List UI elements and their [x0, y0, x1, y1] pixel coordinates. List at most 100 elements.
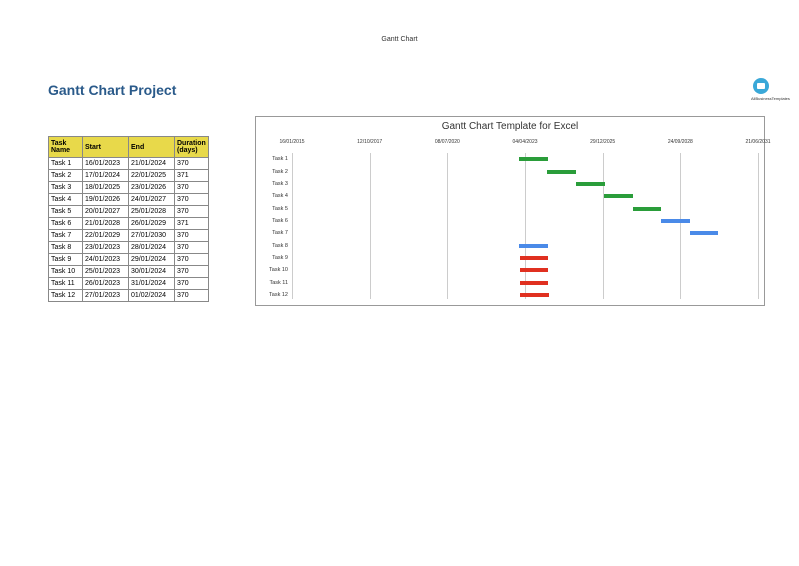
col-task-name: Task Name: [49, 137, 83, 158]
gantt-bar: [604, 194, 633, 198]
table-row: Task 1025/01/202330/01/2024370: [49, 266, 209, 278]
table-cell: 370: [175, 182, 209, 194]
table-cell: 21/01/2024: [129, 158, 175, 170]
table-cell: 21/01/2028: [83, 218, 129, 230]
gantt-bar: [547, 170, 576, 174]
x-tick-label: 24/09/2028: [668, 139, 693, 145]
page-title: Gantt Chart Project: [48, 82, 176, 98]
table-row: Task 924/01/202329/01/2024370: [49, 254, 209, 266]
gantt-chart: Gantt Chart Template for Excel 16/01/201…: [255, 116, 765, 306]
logo-icon: [753, 78, 769, 94]
table-cell: 370: [175, 230, 209, 242]
y-tick-label: Task 7: [272, 230, 288, 236]
col-start: Start: [83, 137, 129, 158]
table-row: Task 621/01/202826/01/2029371: [49, 218, 209, 230]
table-cell: 370: [175, 206, 209, 218]
gantt-bar: [576, 182, 605, 186]
header-label: Gantt Chart: [381, 36, 417, 43]
y-tick-label: Task 11: [269, 280, 288, 286]
gantt-bar: [661, 219, 690, 223]
chart-x-axis: 16/01/201512/10/201708/07/202004/04/2023…: [292, 139, 758, 149]
table-cell: 23/01/2026: [129, 182, 175, 194]
gridline: [447, 153, 448, 299]
col-duration: Duration (days): [175, 137, 209, 158]
gantt-bar: [520, 281, 549, 285]
gantt-bar: [519, 244, 548, 248]
table-cell: 20/01/2027: [83, 206, 129, 218]
table-cell: 18/01/2025: [83, 182, 129, 194]
table-row: Task 1227/01/202301/02/2024370: [49, 290, 209, 302]
table-cell: Task 6: [49, 218, 83, 230]
table-cell: 31/01/2024: [129, 278, 175, 290]
table-cell: 24/01/2027: [129, 194, 175, 206]
x-tick-label: 16/01/2015: [279, 139, 304, 145]
table-cell: 22/01/2025: [129, 170, 175, 182]
table-cell: Task 9: [49, 254, 83, 266]
col-end: End: [129, 137, 175, 158]
table-cell: Task 12: [49, 290, 83, 302]
x-tick-label: 29/12/2025: [590, 139, 615, 145]
gantt-bar: [519, 157, 548, 161]
y-tick-label: Task 1: [272, 156, 288, 162]
table-cell: 27/01/2030: [129, 230, 175, 242]
gridline: [680, 153, 681, 299]
table-cell: Task 3: [49, 182, 83, 194]
gridline: [370, 153, 371, 299]
table-cell: 16/01/2023: [83, 158, 129, 170]
gantt-bar: [690, 231, 719, 235]
table-cell: 370: [175, 278, 209, 290]
chart-y-axis: Task 1Task 2Task 3Task 4Task 5Task 6Task…: [260, 153, 290, 299]
table-cell: 28/01/2024: [129, 242, 175, 254]
table-cell: 370: [175, 242, 209, 254]
table-row: Task 419/01/202624/01/2027370: [49, 194, 209, 206]
x-tick-label: 12/10/2017: [357, 139, 382, 145]
table-cell: Task 11: [49, 278, 83, 290]
gantt-bar: [520, 256, 549, 260]
table-cell: 26/01/2023: [83, 278, 129, 290]
table-cell: Task 4: [49, 194, 83, 206]
logo-text: AllBusinessTemplates: [751, 96, 771, 101]
gantt-bar: [520, 268, 549, 272]
y-tick-label: Task 12: [269, 292, 288, 298]
y-tick-label: Task 4: [272, 193, 288, 199]
table-cell: 25/01/2028: [129, 206, 175, 218]
y-tick-label: Task 8: [272, 243, 288, 249]
gantt-bar: [633, 207, 662, 211]
y-tick-label: Task 3: [272, 181, 288, 187]
chart-plot-area: [292, 153, 758, 299]
gridline: [292, 153, 293, 299]
table-cell: Task 10: [49, 266, 83, 278]
chart-title: Gantt Chart Template for Excel: [256, 121, 764, 132]
table-cell: 27/01/2023: [83, 290, 129, 302]
table-cell: 370: [175, 254, 209, 266]
gantt-bar: [520, 293, 549, 297]
table-cell: Task 7: [49, 230, 83, 242]
table-cell: 23/01/2023: [83, 242, 129, 254]
y-tick-label: Task 10: [269, 267, 288, 273]
table-row: Task 318/01/202523/01/2026370: [49, 182, 209, 194]
table-cell: Task 1: [49, 158, 83, 170]
table-cell: 25/01/2023: [83, 266, 129, 278]
y-tick-label: Task 2: [272, 169, 288, 175]
table-row: Task 823/01/202328/01/2024370: [49, 242, 209, 254]
x-tick-label: 21/06/2031: [745, 139, 770, 145]
table-cell: 17/01/2024: [83, 170, 129, 182]
table-cell: Task 8: [49, 242, 83, 254]
table-row: Task 520/01/202725/01/2028370: [49, 206, 209, 218]
x-tick-label: 08/07/2020: [435, 139, 460, 145]
table-cell: 30/01/2024: [129, 266, 175, 278]
table-cell: 370: [175, 194, 209, 206]
table-cell: 01/02/2024: [129, 290, 175, 302]
y-tick-label: Task 9: [272, 255, 288, 261]
table-cell: 371: [175, 170, 209, 182]
table-row: Task 722/01/202927/01/2030370: [49, 230, 209, 242]
table-cell: 29/01/2024: [129, 254, 175, 266]
gridline: [758, 153, 759, 299]
table-cell: 371: [175, 218, 209, 230]
table-cell: 370: [175, 290, 209, 302]
table-cell: 24/01/2023: [83, 254, 129, 266]
gridline: [603, 153, 604, 299]
table-cell: 26/01/2029: [129, 218, 175, 230]
x-tick-label: 04/04/2023: [512, 139, 537, 145]
logo: AllBusinessTemplates: [751, 78, 771, 98]
